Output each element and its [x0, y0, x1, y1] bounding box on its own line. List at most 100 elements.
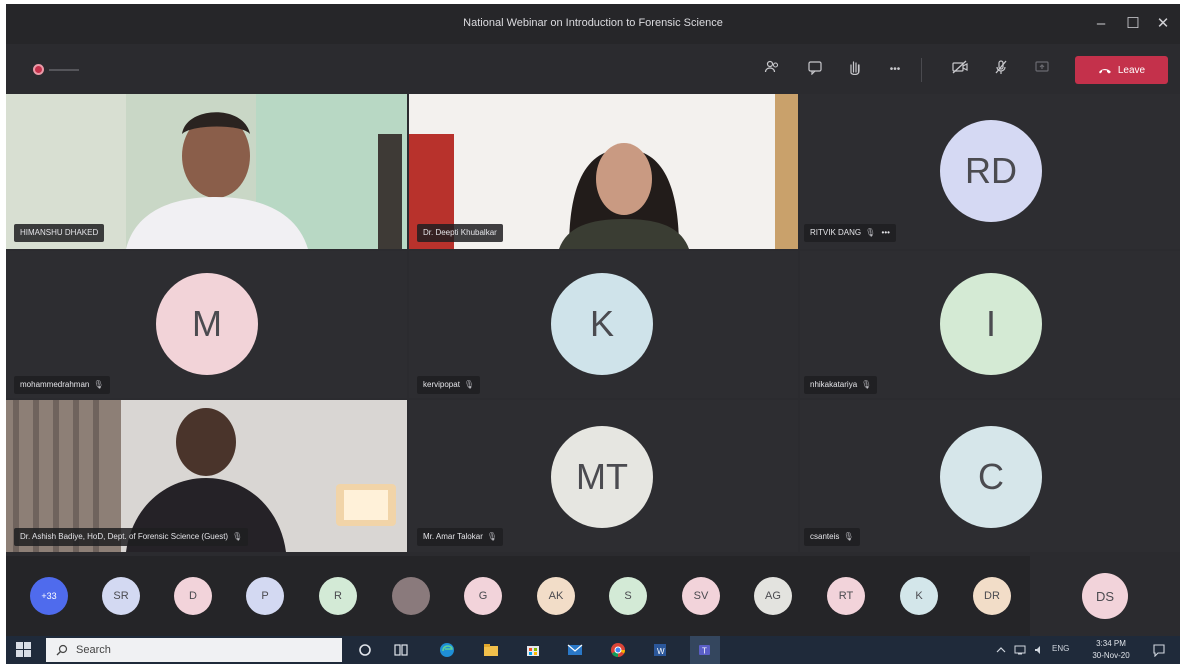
windows-logo-icon — [16, 642, 23, 649]
participant-tile[interactable]: K kervipopat 🎙 — [409, 251, 798, 398]
participants-button[interactable] — [760, 58, 784, 82]
cortana-icon[interactable] — [356, 641, 374, 659]
participant-avatar-mini[interactable]: SR — [102, 577, 140, 615]
windows-logo-icon — [24, 642, 31, 649]
participant-tile[interactable]: RD RITVIK DANG 🎙 ••• — [800, 94, 1180, 249]
participant-avatar-mini[interactable]: P — [246, 577, 284, 615]
participant-name: Dr. Deepti Khubalkar — [417, 224, 503, 242]
mic-muted-icon: 🎙 — [93, 380, 104, 389]
minimize-button[interactable]: – — [1086, 12, 1116, 36]
participant-avatar-mini[interactable]: SV — [682, 577, 720, 615]
more-actions-button[interactable]: ••• — [883, 58, 907, 82]
clock-date: 30-Nov-20 — [1092, 651, 1130, 660]
edge-icon[interactable] — [438, 641, 456, 659]
participant-tile[interactable]: Dr. Deepti Khubalkar — [409, 94, 798, 249]
network-icon[interactable] — [1014, 645, 1026, 655]
mic-muted-icon: 🎙 — [463, 380, 475, 389]
self-avatar[interactable]: DS — [1082, 573, 1128, 619]
participant-avatar: K — [551, 273, 653, 375]
windows-taskbar: Search W T ENG 3:34 PM 30-Nov-20 — [6, 636, 1180, 664]
participant-tile[interactable]: HIMANSHU DHAKED — [6, 94, 407, 249]
mic-toggle-button[interactable] — [989, 58, 1013, 82]
participant-name: nhikakatariya — [810, 380, 858, 389]
raise-hand-button[interactable] — [842, 58, 866, 82]
participant-avatar-mini[interactable]: K — [900, 577, 938, 615]
participant-tile[interactable]: M mohammedrahman 🎙 — [6, 251, 407, 398]
participant-name-tag: Mr. Amar Talokar 🎙 — [417, 528, 504, 546]
participant-name: csanteis — [810, 532, 840, 541]
meeting-toolbar: ••• Leave — [6, 44, 1180, 94]
participant-name-tag: mohammedrahman 🎙 — [14, 376, 110, 394]
window-title: National Webinar on Introduction to Fore… — [463, 17, 723, 29]
participant-strip-row — [6, 556, 1030, 636]
participant-tile[interactable]: Dr. Ashish Badiye, HoD, Dept. of Forensi… — [6, 400, 407, 552]
participant-avatar: M — [156, 273, 258, 375]
participant-tile[interactable]: C csanteis 🎙 — [800, 400, 1180, 552]
store-icon[interactable] — [524, 641, 542, 659]
people-icon — [764, 60, 779, 73]
share-screen-icon — [1035, 61, 1049, 72]
participant-avatar-mini[interactable]: AK — [537, 577, 575, 615]
participant-name: Mr. Amar Talokar — [423, 532, 483, 541]
avatar-initials: MT — [576, 456, 628, 497]
system-clock[interactable]: 3:34 PM 30-Nov-20 — [1086, 638, 1136, 662]
more-participants-button[interactable]: +33 — [30, 577, 68, 615]
chrome-icon[interactable] — [609, 641, 627, 659]
avatar-initials: K — [589, 303, 614, 344]
participant-avatar-mini[interactable]: G — [464, 577, 502, 615]
camera-toggle-button[interactable] — [948, 58, 972, 82]
participant-name-tag: nhikakatariya 🎙 — [804, 376, 878, 394]
participant-avatar-mini[interactable]: D — [174, 577, 212, 615]
title-bar: National Webinar on Introduction to Fore… — [6, 4, 1180, 44]
participant-more-icon[interactable]: ••• — [882, 228, 890, 237]
maximize-button[interactable]: ☐ — [1118, 12, 1148, 36]
task-view-icon[interactable] — [392, 641, 410, 659]
svg-text:T: T — [702, 647, 707, 656]
participant-name: Dr. Ashish Badiye, HoD, Dept. of Forensi… — [20, 532, 229, 541]
avatar-initials: M — [192, 303, 222, 344]
mic-muted-icon: 🎙 — [843, 532, 854, 541]
teams-meeting-window: National Webinar on Introduction to Fore… — [6, 4, 1180, 664]
participant-name: kervipopat — [423, 380, 460, 389]
participant-avatar: RD — [940, 120, 1042, 222]
chat-button[interactable] — [803, 58, 827, 82]
leave-button[interactable]: Leave — [1075, 56, 1168, 84]
hang-up-icon — [1098, 69, 1111, 74]
participant-name-tag: Dr. Ashish Badiye, HoD, Dept. of Forensi… — [14, 528, 249, 546]
participant-tile[interactable]: MT Mr. Amar Talokar 🎙 — [409, 400, 798, 552]
windows-start-button[interactable] — [16, 642, 32, 658]
participant-avatar-mini[interactable]: S — [609, 577, 647, 615]
chevron-up-icon[interactable] — [996, 645, 1006, 655]
taskbar-search-box[interactable]: Search — [46, 638, 342, 662]
participant-name: HIMANSHU DHAKED — [14, 224, 105, 242]
participant-avatar-mini[interactable]: DR — [973, 577, 1011, 615]
participant-avatar-mini[interactable]: R — [319, 577, 357, 615]
hand-icon — [850, 61, 860, 76]
volume-icon[interactable] — [1034, 645, 1044, 655]
participant-strip: +33 SR D P R G AK S SV AG RT K DR DS — [6, 556, 1180, 636]
participant-photo-mini[interactable] — [392, 577, 430, 615]
mail-icon[interactable] — [566, 641, 584, 659]
participant-avatar: I — [940, 273, 1042, 375]
chat-icon — [808, 61, 822, 76]
participant-avatar-mini[interactable]: AG — [754, 577, 792, 615]
language-indicator[interactable]: ENG — [1052, 644, 1069, 653]
participant-avatar-mini[interactable]: RT — [827, 577, 865, 615]
share-screen-button[interactable] — [1030, 58, 1054, 82]
mic-muted-icon: 🎙 — [232, 532, 243, 541]
avatar-initials: I — [985, 303, 996, 344]
file-explorer-icon[interactable] — [482, 641, 500, 659]
clock-time: 3:34 PM — [1096, 639, 1126, 648]
toolbar-divider — [921, 58, 922, 82]
windows-logo-icon — [24, 650, 31, 657]
word-icon[interactable]: W — [651, 641, 669, 659]
mic-muted-icon: 🎙 — [861, 380, 872, 389]
windows-logo-icon — [16, 650, 23, 657]
leave-label: Leave — [1117, 64, 1146, 76]
close-button[interactable]: ✕ — [1148, 12, 1178, 36]
participant-name: RITVIK DANG — [810, 228, 862, 237]
svg-text:W: W — [657, 647, 665, 656]
notifications-icon[interactable] — [1152, 643, 1166, 657]
participant-tile[interactable]: I nhikakatariya 🎙 — [800, 251, 1180, 398]
teams-icon[interactable]: T — [696, 641, 714, 659]
